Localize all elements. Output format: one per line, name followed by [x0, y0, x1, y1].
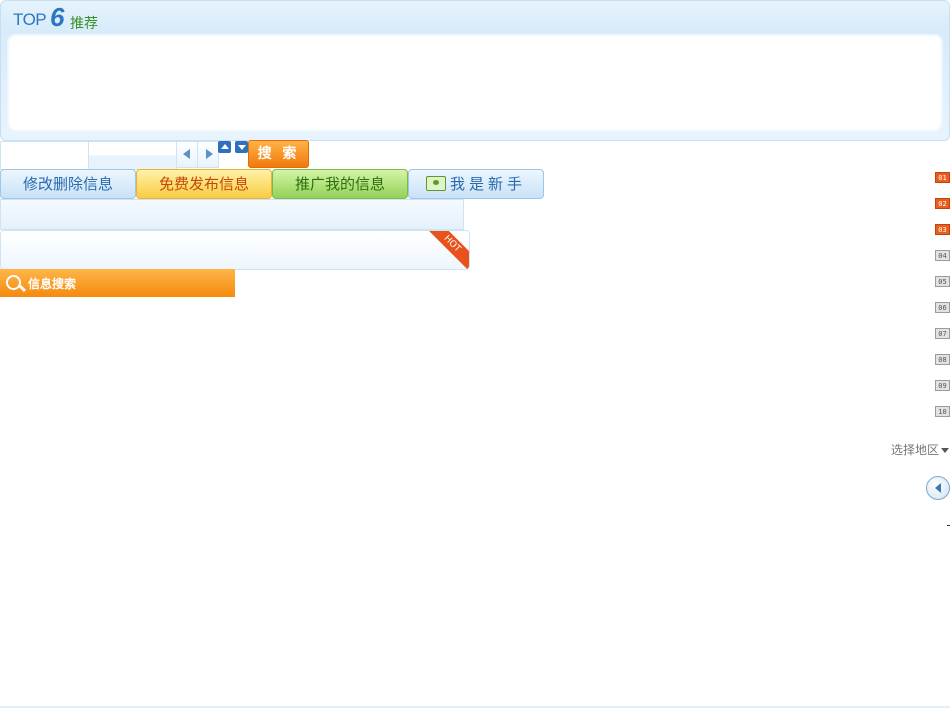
prev-arrow-button[interactable]: [176, 141, 198, 168]
rank-badge-09: 09: [935, 380, 950, 391]
scroll-down-button[interactable]: [235, 141, 248, 153]
caret-down-icon: [238, 145, 246, 150]
caret-down-icon: [941, 448, 950, 453]
arrow-left-icon: [183, 149, 190, 159]
magnifier-handle: [18, 284, 27, 293]
next-arrow-button[interactable]: [197, 141, 219, 168]
promote-info-button[interactable]: 推广我的信息: [272, 169, 408, 199]
newbie-label: 我是新手: [449, 175, 526, 193]
top6-content-area: [7, 34, 943, 132]
hot-bar: HOT: [0, 230, 470, 270]
scroll-up-button[interactable]: [218, 141, 231, 153]
rank-badge-08: 08: [935, 354, 950, 365]
rank-badge-07: 07: [935, 328, 950, 339]
top6-title-label: 推荐: [70, 16, 98, 32]
top6-title-top: TOP: [13, 10, 47, 29]
hot-ribbon: HOT: [425, 231, 469, 269]
publish-info-button[interactable]: 免费发布信息: [136, 169, 272, 199]
rank-badge-05: 05: [935, 276, 950, 287]
rank-badge-03: 03: [935, 224, 950, 235]
rank-badge-02: 02: [935, 198, 950, 209]
region-label: 选择地区: [891, 443, 940, 457]
rank-badge-01: 01: [935, 172, 950, 183]
newbie-button[interactable]: 我是新手: [408, 169, 544, 199]
search-keyword-input[interactable]: [0, 141, 88, 170]
bottom-divider: [0, 706, 950, 708]
info-search-header: 信息搜索: [0, 269, 235, 297]
arrow-right-icon: [206, 149, 213, 159]
rank-badge-06: 06: [935, 302, 950, 313]
rank-badge-04: 04: [935, 250, 950, 261]
rank-badge-10: 10: [935, 406, 950, 417]
search-button[interactable]: 搜 索: [248, 140, 309, 168]
top6-panel: TOP 6 推荐: [0, 0, 950, 141]
caret-up-icon: [221, 144, 229, 149]
back-button[interactable]: [926, 476, 950, 500]
search-category-select[interactable]: [88, 141, 177, 170]
top6-title-number: 6: [50, 2, 65, 32]
region-select[interactable]: 选择地区: [891, 441, 950, 458]
notice-bar: [0, 199, 464, 230]
info-search-label: 信息搜索: [28, 277, 77, 291]
edit-delete-info-button[interactable]: 修改删除信息: [0, 169, 136, 199]
chevron-left-icon: [935, 483, 941, 493]
newbie-icon: [425, 175, 446, 191]
